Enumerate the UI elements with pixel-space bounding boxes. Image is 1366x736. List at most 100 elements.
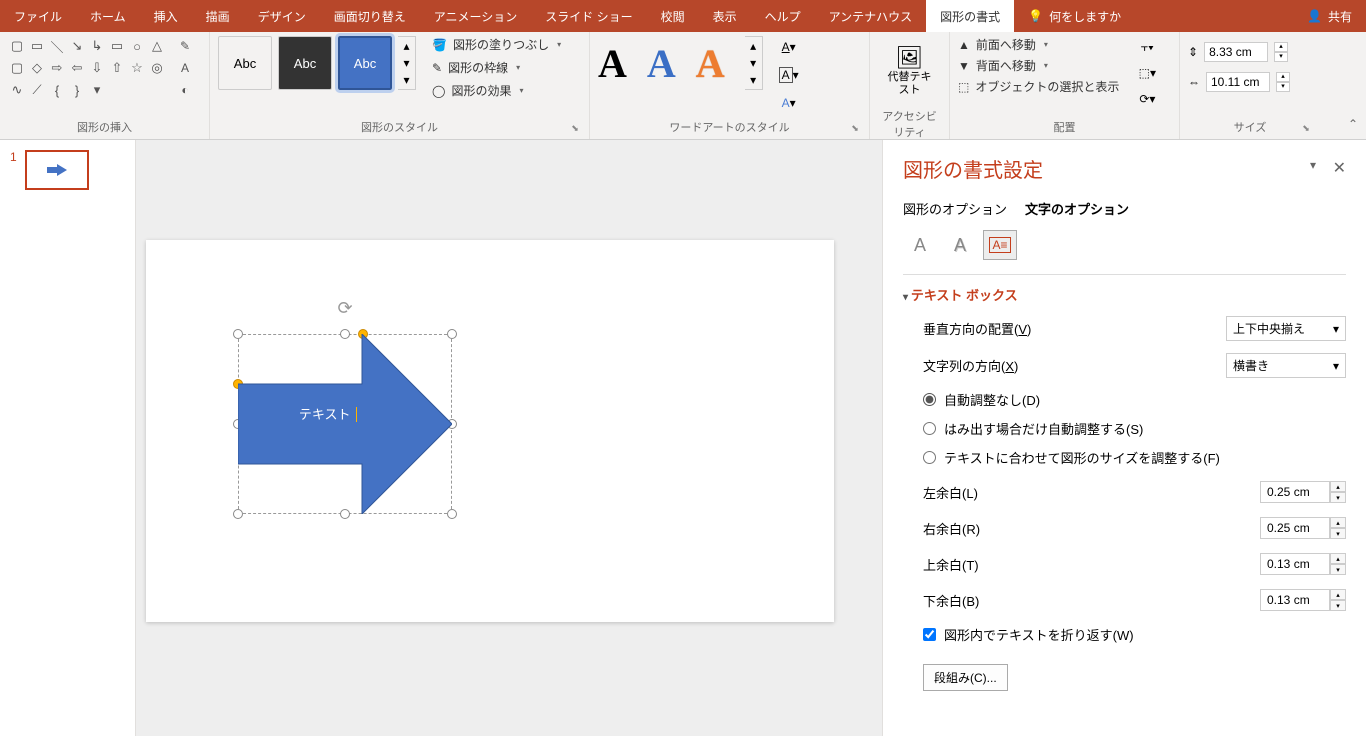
connector-icon[interactable]: ↳ xyxy=(88,36,106,56)
wordart-style-3[interactable]: A xyxy=(696,40,725,87)
shape-gallery[interactable]: ▢ ▭ ＼ ↘ ↳ ▭ ○ △ ▢ ◇ ⇨ ⇦ ⇩ ⇧ ☆ ◎ ∿ ⟋ { } xyxy=(8,36,166,100)
text-effects-tab-icon[interactable]: A xyxy=(943,230,977,260)
wordart-gallery[interactable]: A A A ▴▾▾ xyxy=(598,36,763,90)
margin-left-input[interactable] xyxy=(1260,481,1330,503)
roundrect-icon[interactable]: ▢ xyxy=(8,58,26,78)
wrap-text-checkbox[interactable] xyxy=(923,628,936,641)
style-preset-3[interactable]: Abc xyxy=(338,36,392,90)
oval-icon[interactable]: ○ xyxy=(128,36,146,56)
send-backward-button[interactable]: ▼背面へ移動▾ xyxy=(958,57,1119,74)
margin-right-input[interactable] xyxy=(1260,517,1330,539)
wordart-gallery-more[interactable]: ▴▾▾ xyxy=(745,36,763,90)
triangle-icon[interactable]: △ xyxy=(148,36,166,56)
arrow-right-icon[interactable]: ⇨ xyxy=(48,58,66,78)
tab-animations[interactable]: アニメーション xyxy=(420,0,532,32)
tab-draw[interactable]: 描画 xyxy=(192,0,244,32)
margin-top-spinner[interactable]: ▴▾ xyxy=(1330,553,1346,575)
text-direction-dropdown[interactable]: 横書き▾ xyxy=(1226,353,1346,378)
autofit-resize-radio[interactable] xyxy=(923,451,936,464)
callout-icon[interactable]: ◎ xyxy=(148,58,166,78)
tab-home[interactable]: ホーム xyxy=(76,0,140,32)
alt-text-button[interactable]: 🖼 代替テキスト xyxy=(885,36,935,106)
pane-tab-text-options[interactable]: 文字のオプション xyxy=(1025,199,1129,218)
collapse-ribbon-icon[interactable]: ⌃ xyxy=(1348,117,1358,131)
tab-design[interactable]: デザイン xyxy=(244,0,320,32)
pane-options-icon[interactable]: ▾ xyxy=(1310,158,1316,172)
selected-shape[interactable]: ⟳ テキスト xyxy=(238,334,452,514)
textbox-icon[interactable]: ▢ xyxy=(8,36,26,56)
textbox2-icon[interactable]: ▭ xyxy=(28,36,46,56)
wordart-style-2[interactable]: A xyxy=(647,40,676,87)
close-icon[interactable]: ✕ xyxy=(1333,158,1346,178)
shape-text[interactable]: テキスト xyxy=(268,404,388,423)
arrow-line-icon[interactable]: ↘ xyxy=(68,36,86,56)
selection-pane-button[interactable]: ⬚オブジェクトの選択と表示 xyxy=(958,78,1119,95)
share-button[interactable]: 👤 共有 xyxy=(1293,0,1366,32)
tab-insert[interactable]: 挿入 xyxy=(140,0,192,32)
tab-view[interactable]: 表示 xyxy=(699,0,751,32)
tab-transitions[interactable]: 画面切り替え xyxy=(320,0,420,32)
margin-top-input[interactable] xyxy=(1260,553,1330,575)
columns-button[interactable]: 段組み(C)... xyxy=(923,664,1008,691)
rotate-button[interactable]: ⟳▾ xyxy=(1133,88,1161,110)
arrow-down-icon[interactable]: ⇩ xyxy=(88,58,106,78)
height-spinner[interactable]: ▴▾ xyxy=(1274,42,1288,62)
line-icon[interactable]: ＼ xyxy=(48,36,66,56)
brace-close-icon[interactable]: } xyxy=(68,80,86,100)
shape-width-input[interactable] xyxy=(1206,72,1270,92)
tell-me[interactable]: 💡 何をしますか xyxy=(1014,0,1135,32)
dialog-launcher-icon[interactable]: ⬊ xyxy=(1300,123,1312,135)
star-icon[interactable]: ☆ xyxy=(128,58,146,78)
margin-left-spinner[interactable]: ▴▾ xyxy=(1330,481,1346,503)
tab-antenna[interactable]: アンテナハウス xyxy=(815,0,927,32)
freeform-icon[interactable]: ⟋ xyxy=(28,80,46,100)
section-textbox[interactable]: テキスト ボックス xyxy=(903,285,1346,304)
brace-open-icon[interactable]: { xyxy=(48,80,66,100)
shape-effects-button[interactable]: ◯ 図形の効果 ▾ xyxy=(432,82,561,99)
dialog-launcher-icon[interactable]: ⬊ xyxy=(569,123,581,135)
tab-shape-format[interactable]: 図形の書式 xyxy=(926,0,1014,32)
autofit-shrink-radio[interactable] xyxy=(923,422,936,435)
diamond-icon[interactable]: ◇ xyxy=(28,58,46,78)
wordart-style-1[interactable]: A xyxy=(598,40,627,87)
merge-shapes-icon[interactable]: ◐ xyxy=(176,80,194,100)
pane-tab-shape-options[interactable]: 図形のオプション xyxy=(903,199,1007,218)
shape-fill-button[interactable]: 🪣 図形の塗りつぶし ▾ xyxy=(432,36,561,53)
text-fill-tab-icon[interactable]: A xyxy=(903,230,937,260)
rect-icon[interactable]: ▭ xyxy=(108,36,126,56)
align-button[interactable]: ⫟▾ xyxy=(1133,36,1161,58)
style-gallery-more[interactable]: ▴▾▾ xyxy=(398,36,416,90)
textbox-tab-icon[interactable]: A≡ xyxy=(983,230,1017,260)
text-fill-button[interactable]: A▾ xyxy=(775,36,803,58)
autofit-none-radio[interactable] xyxy=(923,393,936,406)
shape-outline-button[interactable]: ✎ 図形の枠線 ▾ xyxy=(432,59,561,76)
shape-height-input[interactable] xyxy=(1204,42,1268,62)
arrow-up-icon[interactable]: ⇧ xyxy=(108,58,126,78)
margin-bottom-input[interactable] xyxy=(1260,589,1330,611)
text-outline-button[interactable]: A▾ xyxy=(775,64,803,86)
margin-bottom-spinner[interactable]: ▴▾ xyxy=(1330,589,1346,611)
text-box-icon[interactable]: A xyxy=(176,58,194,78)
tab-slideshow[interactable]: スライド ショー xyxy=(531,0,646,32)
width-spinner[interactable]: ▴▾ xyxy=(1276,72,1290,92)
margin-right-spinner[interactable]: ▴▾ xyxy=(1330,517,1346,539)
text-effects-button[interactable]: A▾ xyxy=(775,92,803,114)
tab-review[interactable]: 校閲 xyxy=(647,0,699,32)
tab-help[interactable]: ヘルプ xyxy=(751,0,815,32)
group-button[interactable]: ⬚▾ xyxy=(1133,62,1161,84)
margin-top-label: 上余白(T) xyxy=(923,555,979,574)
more-shapes-icon[interactable]: ▾ xyxy=(88,80,106,100)
vert-align-dropdown[interactable]: 上下中央揃え▾ xyxy=(1226,316,1346,341)
dialog-launcher-icon[interactable]: ⬊ xyxy=(849,123,861,135)
slide-canvas[interactable]: ⟳ テキスト xyxy=(136,140,882,736)
shape-style-gallery[interactable]: Abc Abc Abc ▴▾▾ xyxy=(218,36,416,90)
tab-file[interactable]: ファイル xyxy=(0,0,76,32)
edit-shape-icon[interactable]: ✎ xyxy=(176,36,194,56)
style-preset-1[interactable]: Abc xyxy=(218,36,272,90)
style-preset-2[interactable]: Abc xyxy=(278,36,332,90)
rotation-handle-icon[interactable]: ⟳ xyxy=(337,298,352,319)
bring-forward-button[interactable]: ▲前面へ移動▾ xyxy=(958,36,1119,53)
slide-thumbnail-1[interactable] xyxy=(25,150,89,190)
arrow-left-icon[interactable]: ⇦ xyxy=(68,58,86,78)
curve-icon[interactable]: ∿ xyxy=(8,80,26,100)
